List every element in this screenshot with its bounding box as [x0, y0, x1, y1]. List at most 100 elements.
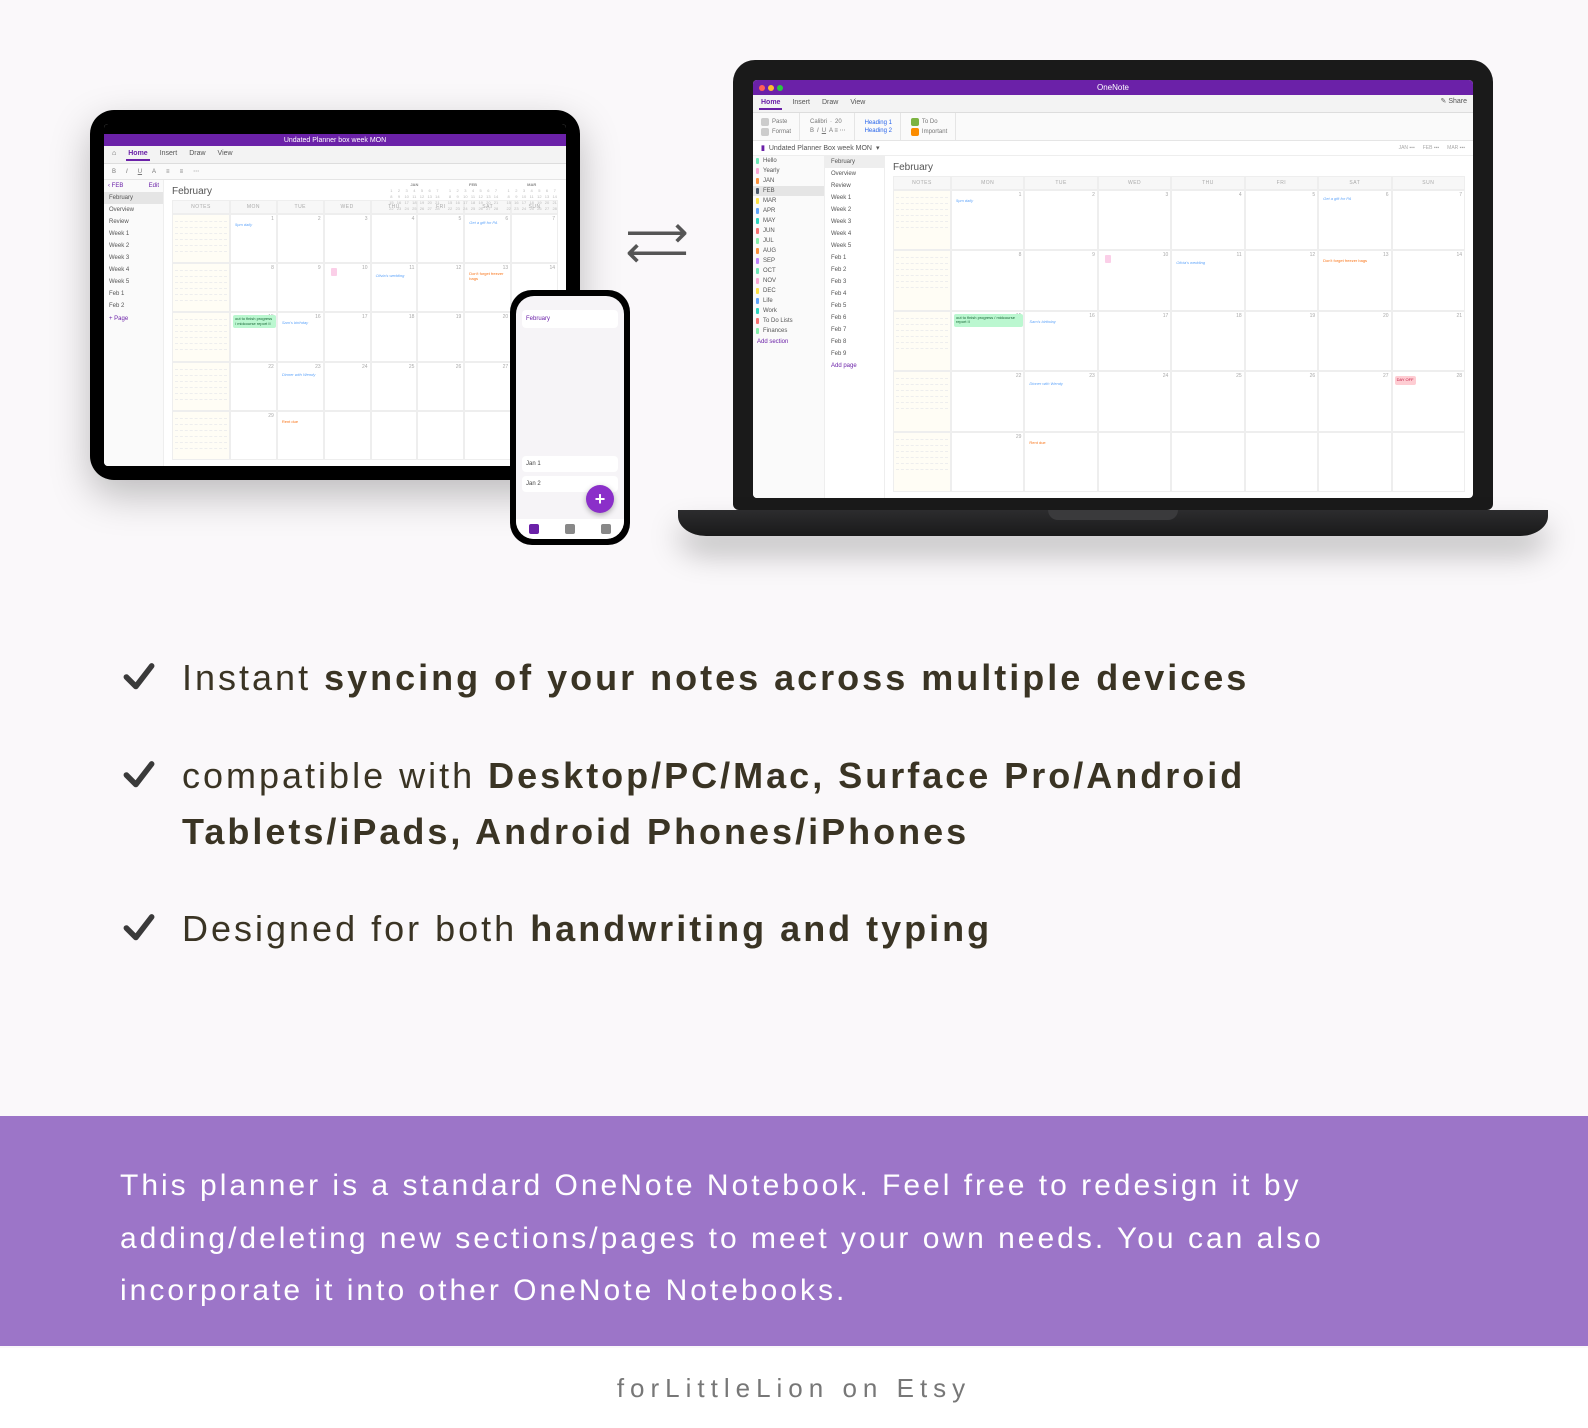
edit-button[interactable]: Edit — [149, 183, 159, 189]
day-cell[interactable]: 22 — [951, 371, 1024, 431]
day-cell[interactable]: 16Sam's birthday — [1024, 311, 1097, 371]
page-item[interactable]: Week 3 — [825, 216, 884, 228]
day-cell[interactable] — [1318, 432, 1391, 492]
page-item[interactable]: Feb 1 — [825, 252, 884, 264]
nav-icon[interactable] — [529, 524, 539, 534]
day-cell[interactable]: 9 — [1024, 250, 1097, 310]
notes-cell[interactable] — [893, 311, 951, 371]
page-item[interactable]: Week 1 — [825, 192, 884, 204]
day-cell[interactable]: 13Don't forget freezer bags — [1318, 250, 1391, 310]
page-item[interactable]: Feb 3 — [825, 276, 884, 288]
day-cell[interactable]: 26 — [1245, 371, 1318, 431]
notes-cell[interactable] — [893, 371, 951, 431]
day-cell[interactable]: 22 — [230, 362, 277, 411]
section-item[interactable]: To Do Lists — [753, 316, 824, 326]
sidebar-page-item[interactable]: Week 2 — [104, 240, 163, 252]
section-item[interactable]: JUN — [753, 226, 824, 236]
day-cell[interactable]: 10 — [1098, 250, 1171, 310]
page-item[interactable]: Week 4 — [825, 228, 884, 240]
add-fab[interactable]: + — [586, 485, 614, 513]
tab-view[interactable]: View — [216, 148, 235, 161]
day-cell[interactable]: 10 — [324, 263, 371, 312]
sidebar-page-item[interactable]: Feb 1 — [104, 288, 163, 300]
important-tag[interactable]: Important — [911, 128, 947, 136]
window-max-icon[interactable] — [777, 85, 783, 91]
day-cell[interactable]: 20 — [1318, 311, 1391, 371]
tab-insert[interactable]: Insert — [790, 97, 812, 110]
tab-insert[interactable]: Insert — [158, 148, 180, 161]
notes-cell[interactable] — [172, 214, 230, 263]
day-cell[interactable]: 8 — [230, 263, 277, 312]
day-cell[interactable]: 17 — [324, 312, 371, 361]
day-cell[interactable]: 8 — [951, 250, 1024, 310]
day-cell[interactable]: 15out to finish progress / midcourse rep… — [230, 312, 277, 361]
section-item[interactable]: OCT — [753, 266, 824, 276]
sidebar-page-item[interactable]: February — [104, 192, 163, 204]
section-item[interactable]: JUL — [753, 236, 824, 246]
section-item[interactable]: AUG — [753, 246, 824, 256]
tab-file[interactable]: ⌂ — [110, 148, 118, 161]
heading1-style[interactable]: Heading 1 — [865, 120, 892, 126]
day-cell[interactable]: 4 — [371, 214, 418, 263]
day-cell[interactable]: 2 — [1024, 190, 1097, 250]
day-cell[interactable]: 18 — [371, 312, 418, 361]
day-cell[interactable]: 3 — [324, 214, 371, 263]
day-cell[interactable]: 15out to finish progress / midcourse rep… — [951, 311, 1024, 371]
tab-draw[interactable]: Draw — [187, 148, 207, 161]
notes-cell[interactable] — [893, 432, 951, 492]
page-item[interactable]: Feb 9 — [825, 348, 884, 360]
page-item[interactable]: Week 5 — [825, 240, 884, 252]
notes-cell[interactable] — [893, 190, 951, 250]
page-item[interactable]: Overview — [825, 168, 884, 180]
sidebar-page-item[interactable]: Review — [104, 216, 163, 228]
day-cell[interactable]: 26 — [417, 362, 464, 411]
day-cell[interactable] — [1171, 432, 1244, 492]
day-cell[interactable]: 12 — [1245, 250, 1318, 310]
notes-cell[interactable] — [172, 411, 230, 460]
day-cell[interactable]: 28DAY OFF — [1392, 371, 1465, 431]
day-cell[interactable]: 11Olivia's wedding — [1171, 250, 1244, 310]
day-cell[interactable]: 9 — [277, 263, 324, 312]
day-cell[interactable]: 18 — [1171, 311, 1244, 371]
notes-cell[interactable] — [172, 362, 230, 411]
day-cell[interactable]: 17 — [1098, 311, 1171, 371]
tab-view[interactable]: View — [848, 97, 867, 110]
back-button[interactable]: ‹ FEB — [108, 183, 123, 189]
day-cell[interactable]: 23Dinner with Wendy — [1024, 371, 1097, 431]
notes-cell[interactable] — [893, 250, 951, 310]
share-button[interactable]: ✎ Share — [1441, 97, 1468, 110]
page-item[interactable]: Feb 4 — [825, 288, 884, 300]
page-item[interactable]: Review — [825, 180, 884, 192]
day-cell[interactable] — [1392, 432, 1465, 492]
day-cell[interactable]: 19 — [417, 312, 464, 361]
sidebar-page-item[interactable]: Overview — [104, 204, 163, 216]
page-item[interactable]: Feb 2 — [825, 264, 884, 276]
day-cell[interactable]: 13Don't forget freezer bags — [464, 263, 511, 312]
day-cell[interactable]: 7 — [1392, 190, 1465, 250]
day-cell[interactable]: 16Sam's birthday — [277, 312, 324, 361]
day-cell[interactable]: 6Get a gift for PA — [1318, 190, 1391, 250]
day-cell[interactable]: 3 — [1098, 190, 1171, 250]
iphone-list-item[interactable]: Jan 1 — [522, 456, 618, 472]
day-cell[interactable] — [1245, 432, 1318, 492]
page-item[interactable]: Feb 6 — [825, 312, 884, 324]
section-item[interactable]: MAR — [753, 196, 824, 206]
section-item[interactable]: JAN — [753, 176, 824, 186]
day-cell[interactable]: 11Olivia's wedding — [371, 263, 418, 312]
section-item[interactable]: SEP — [753, 256, 824, 266]
day-cell[interactable]: 7 — [511, 214, 558, 263]
add-section-button[interactable]: Add section — [753, 336, 824, 348]
tab-home[interactable]: Home — [759, 97, 782, 110]
add-page-button[interactable]: Add page — [825, 360, 884, 372]
day-cell[interactable]: 5 — [1245, 190, 1318, 250]
day-cell[interactable]: 2 — [277, 214, 324, 263]
day-cell[interactable]: Rent due — [277, 411, 324, 460]
notebook-breadcrumb[interactable]: ▮ Undated Planner Box week MON ▾ JAN ▪▪▪… — [753, 141, 1473, 156]
day-cell[interactable]: 27 — [464, 362, 511, 411]
day-cell[interactable]: 6Get a gift for PA — [464, 214, 511, 263]
nav-icon[interactable] — [565, 524, 575, 534]
window-close-icon[interactable] — [759, 85, 765, 91]
day-cell[interactable]: 21 — [1392, 311, 1465, 371]
day-cell[interactable]: 29 — [230, 411, 277, 460]
day-cell[interactable]: 19 — [1245, 311, 1318, 371]
